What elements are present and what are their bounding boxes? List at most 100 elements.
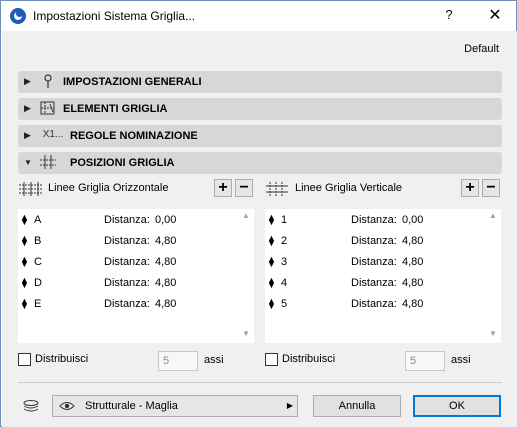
list-item[interactable]: ▲ ▼ 5 Distanza: 4,80 (265, 295, 485, 316)
list-item[interactable]: ▲ ▼ 2 Distanza: 4,80 (265, 232, 485, 253)
layers-icon (22, 399, 40, 415)
section-grid-elements[interactable]: ▶ ELEMENTI GRIGLIA (18, 98, 502, 120)
distribute-label: Distribuisci (35, 353, 89, 365)
drag-handle-icon[interactable]: ▲ ▼ (20, 255, 29, 269)
expand-arrow-icon: ▶ (24, 130, 31, 140)
preset-label[interactable]: Default (464, 43, 499, 55)
list-item[interactable]: ▲ ▼ B Distanza: 4,80 (18, 232, 238, 253)
scroll-up-icon[interactable]: ▲ (487, 211, 499, 223)
cancel-button[interactable]: Annulla (313, 395, 401, 417)
horizontal-distribute-checkbox[interactable] (18, 353, 31, 366)
close-button[interactable]: ✕ (485, 5, 505, 25)
distance-value[interactable]: 0,00 (155, 214, 176, 226)
vertical-distribute-checkbox[interactable] (265, 353, 278, 366)
drag-handle-icon[interactable]: ▲ ▼ (267, 255, 276, 269)
distance-value[interactable]: 4,80 (155, 235, 176, 247)
distance-label: Distanza: (351, 277, 397, 289)
list-item[interactable]: ▲ ▼ E Distanza: 4,80 (18, 295, 238, 316)
list-item[interactable]: ▲ ▼ 1 Distanza: 0,00 (265, 211, 485, 232)
distance-value[interactable]: 4,80 (402, 277, 423, 289)
distance-value[interactable]: 4,80 (402, 235, 423, 247)
distance-label: Distanza: (104, 298, 150, 310)
distance-label: Distanza: (351, 235, 397, 247)
drag-handle-icon[interactable]: ▲ ▼ (20, 297, 29, 311)
vertical-lines-header: Linee Griglia Verticale + − (265, 179, 501, 199)
line-name: E (34, 298, 42, 310)
section-label: IMPOSTAZIONI GENERALI (63, 76, 202, 88)
layer-dropdown[interactable]: Strutturale - Maglia ▶ (52, 395, 298, 417)
distance-value[interactable]: 4,80 (402, 298, 423, 310)
section-label: ELEMENTI GRIGLIA (63, 103, 168, 115)
vertical-grid-lines-icon (265, 181, 291, 197)
layer-value: Strutturale - Maglia (85, 400, 178, 412)
vertical-lines-list[interactable]: ▲ ▼ 1 Distanza: 0,00 ▲ ▼ 2 Distanza: 4,80 … (265, 209, 501, 343)
drag-handle-icon[interactable]: ▲ ▼ (267, 297, 276, 311)
archicad-app-icon (10, 8, 26, 24)
remove-vertical-line-button[interactable]: − (482, 179, 500, 197)
remove-horizontal-line-button[interactable]: − (235, 179, 253, 197)
line-name: B (34, 235, 42, 247)
dialog-window: Impostazioni Sistema Griglia... ? ✕ Defa… (0, 0, 517, 427)
list-item[interactable]: ▲ ▼ C Distanza: 4,80 (18, 253, 238, 274)
vertical-distribute-row: Distribuisci 5 assi (265, 351, 501, 373)
scroll-up-icon[interactable]: ▲ (240, 211, 252, 223)
scroll-down-icon[interactable]: ▼ (487, 329, 499, 341)
section-grid-positions[interactable]: ▼ POSIZIONI GRIGLIA (18, 152, 502, 174)
grid-element-icon (38, 100, 58, 118)
distance-value[interactable]: 0,00 (402, 214, 423, 226)
help-button[interactable]: ? (439, 7, 459, 25)
list-item[interactable]: ▲ ▼ 3 Distanza: 4,80 (265, 253, 485, 274)
drag-handle-icon[interactable]: ▲ ▼ (20, 213, 29, 227)
section-general-settings[interactable]: ▶ IMPOSTAZIONI GENERALI (18, 71, 502, 93)
distance-label: Distanza: (104, 277, 150, 289)
horizontal-axes-count-field[interactable]: 5 (158, 351, 198, 371)
horizontal-lines-label: Linee Griglia Orizzontale (48, 182, 169, 194)
axes-label: assi (451, 354, 471, 366)
drag-handle-icon[interactable]: ▲ ▼ (267, 234, 276, 248)
section-label: REGOLE NOMINAZIONE (70, 130, 198, 142)
drag-handle-icon[interactable]: ▲ ▼ (20, 276, 29, 290)
add-horizontal-line-button[interactable]: + (214, 179, 232, 197)
scroll-down-icon[interactable]: ▼ (240, 329, 252, 341)
distance-label: Distanza: (104, 214, 150, 226)
collapse-arrow-icon: ▼ (24, 158, 32, 167)
distance-value[interactable]: 4,80 (155, 277, 176, 289)
distance-label: Distanza: (351, 256, 397, 268)
drag-handle-icon[interactable]: ▲ ▼ (20, 234, 29, 248)
horizontal-lines-list[interactable]: ▲ ▼ A Distanza: 0,00 ▲ ▼ B Distanza: 4,80 … (18, 209, 254, 343)
section-naming-rules[interactable]: ▶ X1... REGOLE NOMINAZIONE (18, 125, 502, 147)
title-bar: Impostazioni Sistema Griglia... ? ✕ (1, 1, 516, 31)
drag-handle-icon[interactable]: ▲ ▼ (267, 213, 276, 227)
section-label: POSIZIONI GRIGLIA (70, 157, 175, 169)
line-name: A (34, 214, 42, 226)
expand-arrow-icon: ▶ (24, 103, 31, 113)
dropdown-arrow-icon: ▶ (286, 401, 293, 410)
expand-arrow-icon: ▶ (24, 76, 31, 86)
eye-icon (59, 400, 75, 412)
line-name: C (34, 256, 42, 268)
dialog-body: Default ▶ IMPOSTAZIONI GENERALI ▶ ELEMEN… (2, 31, 517, 427)
line-name: 2 (281, 235, 288, 247)
ok-button[interactable]: OK (413, 395, 501, 417)
list-item[interactable]: ▲ ▼ 4 Distanza: 4,80 (265, 274, 485, 295)
line-name: 1 (281, 214, 288, 226)
vertical-axes-count-field[interactable]: 5 (405, 351, 445, 371)
distance-label: Distanza: (104, 256, 150, 268)
add-vertical-line-button[interactable]: + (461, 179, 479, 197)
line-name: 5 (281, 298, 288, 310)
distribute-label: Distribuisci (282, 353, 336, 365)
distance-value[interactable]: 4,80 (402, 256, 423, 268)
distance-value[interactable]: 4,80 (155, 256, 176, 268)
list-item[interactable]: ▲ ▼ D Distanza: 4,80 (18, 274, 238, 295)
axes-label: assi (204, 354, 224, 366)
drag-handle-icon[interactable]: ▲ ▼ (267, 276, 276, 290)
distance-label: Distanza: (351, 298, 397, 310)
list-item[interactable]: ▲ ▼ A Distanza: 0,00 (18, 211, 238, 232)
line-name: 3 (281, 256, 288, 268)
distance-label: Distanza: (351, 214, 397, 226)
vertical-lines-label: Linee Griglia Verticale (295, 182, 403, 194)
naming-icon: X1... (42, 129, 64, 140)
line-name: D (34, 277, 42, 289)
horizontal-lines-header: Linee Griglia Orizzontale + − (18, 179, 254, 199)
distance-value[interactable]: 4,80 (155, 298, 176, 310)
